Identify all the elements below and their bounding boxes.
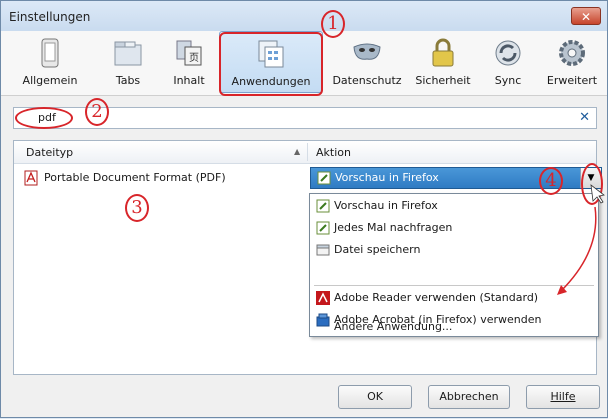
firefox-preview-icon (317, 171, 331, 185)
cancel-button[interactable]: Abbrechen (428, 385, 510, 409)
firefox-preview-icon (316, 199, 330, 213)
dropdown-option-adobe-reader[interactable]: Adobe Reader verwenden (Standard) (310, 288, 598, 308)
title-bar: Einstellungen ✕ (1, 1, 607, 31)
tab-inhalt[interactable]: 页 Inhalt (161, 31, 217, 93)
annotation-number-2: 2 (85, 98, 109, 126)
document-content-icon: 页 (176, 40, 202, 66)
option-label: Andere Anwendung... (334, 320, 453, 333)
column-header-aktion[interactable]: Aktion (316, 146, 351, 159)
tab-tabs[interactable]: Tabs (97, 31, 159, 93)
save-file-icon (316, 244, 330, 256)
option-label: Vorschau in Firefox (334, 199, 438, 212)
option-label: Datei speichern (334, 243, 421, 256)
help-button[interactable]: Hilfe (526, 385, 600, 409)
column-header-dateityp[interactable]: Dateityp (26, 146, 73, 159)
sort-arrow-icon: ▲ (294, 147, 301, 156)
clear-search-icon[interactable]: ✕ (579, 110, 590, 125)
ok-button[interactable]: OK (338, 385, 412, 409)
padlock-icon (432, 38, 454, 67)
tab-label: Sync (494, 74, 522, 87)
tab-label: Datenschutz (332, 74, 402, 87)
tab-sicherheit[interactable]: Sicherheit (411, 31, 475, 93)
settings-dialog: Einstellungen ✕ Allgemein Tabs 页 Inhalt … (0, 0, 608, 418)
svg-text:页: 页 (189, 52, 199, 64)
column-divider[interactable] (307, 143, 308, 161)
annotation-number-3: 3 (125, 194, 149, 222)
tab-sync[interactable]: Sync (481, 31, 535, 93)
mask-icon (353, 43, 381, 60)
adobe-reader-icon (316, 291, 330, 305)
dropdown-option-nachfragen[interactable]: Jedes Mal nachfragen (310, 218, 598, 238)
pdf-file-icon (24, 170, 38, 186)
sync-icon (495, 40, 521, 66)
tab-label: Sicherheit (415, 74, 471, 87)
selected-action: Vorschau in Firefox (335, 171, 439, 184)
option-label: Adobe Reader verwenden (Standard) (334, 291, 539, 304)
dropdown-option-vorschau[interactable]: Vorschau in Firefox (310, 196, 598, 216)
annotation-highlight-dropdown-arrow (581, 163, 603, 205)
gear-icon (559, 40, 585, 66)
tab-label: Erweitert (546, 74, 598, 87)
option-label: Jedes Mal nachfragen (334, 221, 453, 234)
dropdown-separator (314, 285, 594, 286)
phone-icon (41, 38, 59, 68)
tab-datenschutz[interactable]: Datenschutz (327, 31, 407, 93)
annotation-number-4: 4 (539, 167, 563, 195)
action-dropdown-list: Vorschau in Firefox Jedes Mal nachfragen… (309, 193, 599, 337)
ask-icon (316, 221, 330, 235)
file-type-label: Portable Document Format (PDF) (44, 171, 226, 184)
annotation-highlight-anwendungen (219, 32, 323, 96)
close-button[interactable]: ✕ (571, 7, 601, 25)
tab-erweitert[interactable]: Erweitert (537, 31, 607, 93)
annotation-highlight-search (15, 107, 73, 129)
dropdown-option-speichern[interactable]: Datei speichern (310, 240, 598, 260)
tab-label: Tabs (115, 74, 141, 87)
tab-label: Allgemein (22, 74, 78, 87)
tab-allgemein[interactable]: Allgemein (15, 31, 85, 93)
tab-label: Inhalt (173, 74, 205, 87)
table-row[interactable]: Portable Document Format (PDF) Vorschau … (14, 166, 602, 190)
folder-tabs-icon (114, 41, 142, 66)
dropdown-option-andere-anwendung[interactable]: Andere Anwendung... (310, 317, 598, 337)
annotation-number-1: 1 (321, 10, 345, 38)
table-header: Dateityp ▲ Aktion (14, 141, 596, 164)
window-title: Einstellungen (9, 10, 91, 24)
